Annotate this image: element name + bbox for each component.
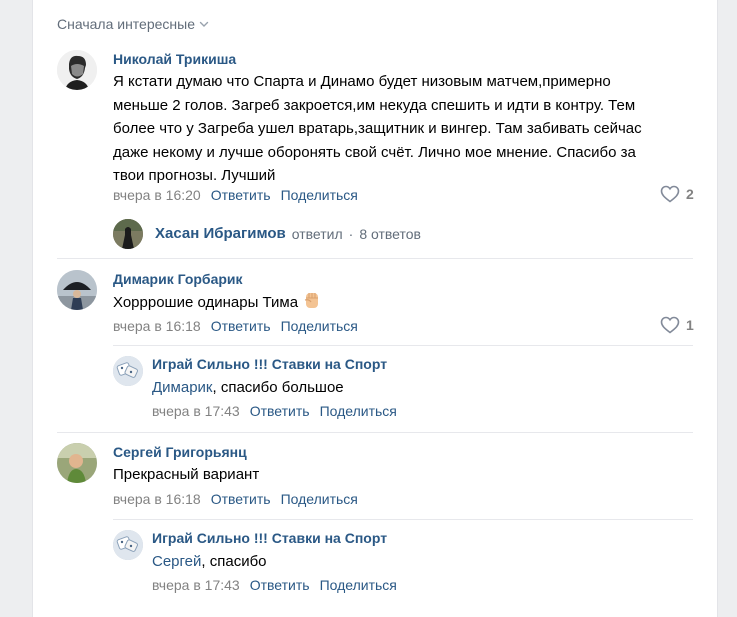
- comment-author[interactable]: Димарик Горбарик: [113, 271, 243, 287]
- reply-time[interactable]: вчера в 17:43: [152, 577, 240, 593]
- reply-text-body: , спасибо: [201, 553, 267, 570]
- avatar[interactable]: [113, 356, 143, 386]
- avatar[interactable]: [57, 270, 97, 310]
- reply-button[interactable]: Ответить: [250, 577, 310, 593]
- community-logo: [113, 530, 143, 560]
- heart-icon: [660, 185, 680, 203]
- thread-summary[interactable]: Хасан Ибрагимов ответил · 8 ответов: [155, 225, 421, 242]
- comment-text: Я кстати думаю что Спарта и Динамо будет…: [113, 70, 642, 188]
- divider: [113, 519, 693, 520]
- reply-button[interactable]: Ответить: [211, 318, 271, 334]
- comment-meta: вчера в 16:18 Ответить Поделиться: [113, 491, 358, 507]
- comments-card: Сначала интересные Николай Трикиша Я кст…: [33, 0, 717, 617]
- comment-author[interactable]: Николай Трикиша: [113, 51, 236, 67]
- sort-label: Сначала интересные: [57, 16, 195, 32]
- like-count: 2: [686, 186, 694, 202]
- comment-time[interactable]: вчера в 16:18: [113, 318, 201, 334]
- comment-text-body: Хорррошие одинары Тима: [113, 294, 299, 311]
- chevron-down-icon: [199, 21, 209, 27]
- user-photo: [57, 50, 97, 90]
- user-photo: [113, 219, 143, 249]
- reply-text: Димарик, спасибо большое: [152, 376, 344, 400]
- share-button[interactable]: Поделиться: [281, 491, 358, 507]
- avatar[interactable]: [57, 50, 97, 90]
- divider: [57, 432, 693, 433]
- thread-author[interactable]: Хасан Ибрагимов: [155, 225, 286, 242]
- avatar[interactable]: [113, 530, 143, 560]
- reply-text: Сергей, спасибо: [152, 550, 267, 574]
- comment-text: Прекрасный вариант: [113, 463, 259, 487]
- comment-text-line: твои прогнозы. Лучший: [113, 167, 276, 184]
- avatar[interactable]: [113, 219, 143, 249]
- like-count: 1: [686, 317, 694, 333]
- reply-author[interactable]: Играй Сильно !!! Ставки на Спорт: [152, 530, 387, 546]
- comment-time[interactable]: вчера в 16:20: [113, 187, 201, 203]
- share-button[interactable]: Поделиться: [281, 318, 358, 334]
- reply-mention[interactable]: Сергей: [152, 553, 201, 570]
- heart-icon: [660, 316, 680, 334]
- user-photo: [57, 443, 97, 483]
- reply-button[interactable]: Ответить: [250, 403, 310, 419]
- sort-dropdown[interactable]: Сначала интересные: [57, 16, 209, 32]
- comment-text: Хорррошие одинары Тима: [113, 290, 322, 315]
- reply-author[interactable]: Играй Сильно !!! Ставки на Спорт: [152, 356, 387, 372]
- raised-fist-emoji: [305, 293, 319, 308]
- comment-text-line: Я кстати думаю что Спарта и Динамо будет…: [113, 73, 611, 90]
- share-button[interactable]: Поделиться: [281, 187, 358, 203]
- community-logo: [113, 356, 143, 386]
- user-photo: [57, 270, 97, 310]
- reply-button[interactable]: Ответить: [211, 187, 271, 203]
- avatar[interactable]: [57, 443, 97, 483]
- comment-meta: вчера в 16:18 Ответить Поделиться: [113, 318, 358, 334]
- comment-time[interactable]: вчера в 16:18: [113, 491, 201, 507]
- comment-text-line: более что у Загреба ушел вратарь,защитни…: [113, 120, 642, 137]
- comment-text-line: даже некому и лучше оборонять свой счёт.…: [113, 143, 636, 161]
- like-button[interactable]: 2: [660, 185, 694, 203]
- comment-author[interactable]: Сергей Григорьянц: [113, 444, 247, 460]
- comment-meta: вчера в 16:20 Ответить Поделиться: [113, 187, 358, 203]
- reply-mention[interactable]: Димарик: [152, 379, 212, 396]
- thread-replies-count[interactable]: 8 ответов: [359, 226, 421, 242]
- divider: [57, 258, 693, 259]
- like-button[interactable]: 1: [660, 316, 694, 334]
- reply-meta: вчера в 17:43 Ответить Поделиться: [152, 577, 397, 593]
- reply-time[interactable]: вчера в 17:43: [152, 403, 240, 419]
- comment-text-body: Прекрасный вариант: [113, 466, 260, 483]
- share-button[interactable]: Поделиться: [320, 403, 397, 419]
- thread-action: ответил: [291, 225, 343, 242]
- comment-text-line: меньше 2 голов. Загреб закроется,им неку…: [113, 96, 636, 114]
- reply-text-body: , спасибо большое: [212, 379, 344, 396]
- share-button[interactable]: Поделиться: [320, 577, 397, 593]
- divider: [113, 345, 693, 346]
- reply-meta: вчера в 17:43 Ответить Поделиться: [152, 403, 397, 419]
- thread-separator: ·: [348, 225, 354, 242]
- reply-button[interactable]: Ответить: [211, 491, 271, 507]
